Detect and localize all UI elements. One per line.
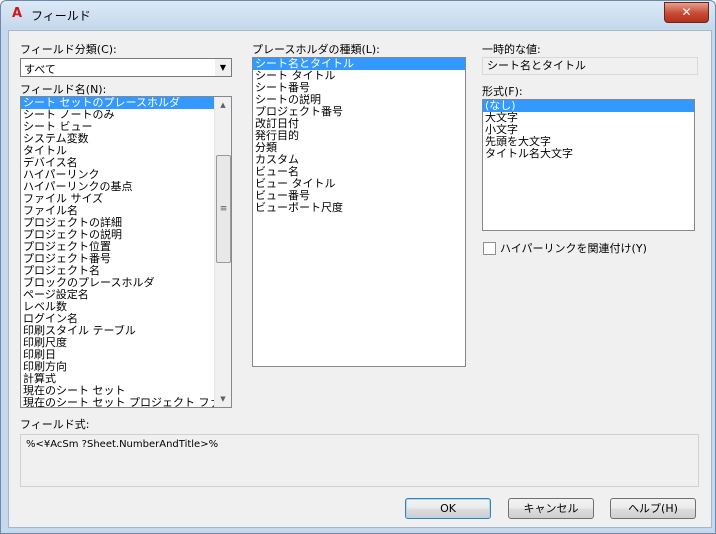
field-expression-box[interactable]: %<¥AcSm ?Sheet.NumberAndTitle>% xyxy=(20,434,699,487)
placeholder-type-item[interactable]: ビュー名 xyxy=(253,166,465,178)
format-items: (なし) 大文字 小文字 先頭を大文字 タイトル名大文字 xyxy=(483,100,694,160)
format-item[interactable]: (なし) xyxy=(483,100,694,112)
field-name-item[interactable]: プロジェクトの説明 xyxy=(21,229,214,241)
chevron-down-icon[interactable]: ▼ xyxy=(215,59,231,76)
field-name-item[interactable]: システム変数 xyxy=(21,133,214,145)
placeholder-type-item[interactable]: ビュー タイトル xyxy=(253,178,465,190)
field-name-item[interactable]: デバイス名 xyxy=(21,157,214,169)
field-name-item[interactable]: シート ノートのみ xyxy=(21,109,214,121)
dialog-body: フィールド分類(C): すべて ▼ フィールド名(N): シート セットのプレー… xyxy=(8,30,712,528)
hyperlink-checkbox-label: ハイパーリンクを関連付け(Y) xyxy=(500,242,647,255)
field-name-item[interactable]: タイトル xyxy=(21,145,214,157)
hyperlink-checkbox-row[interactable]: ハイパーリンクを関連付け(Y) xyxy=(483,240,647,256)
field-name-item[interactable]: 現在のシート セット xyxy=(21,385,214,397)
field-names-label: フィールド名(N): xyxy=(20,83,107,96)
format-list[interactable]: (なし) 大文字 小文字 先頭を大文字 タイトル名大文字 xyxy=(482,99,695,231)
field-name-item[interactable]: 印刷日 xyxy=(21,349,214,361)
field-dialog: A フィールド ✕ フィールド分類(C): すべて ▼ フィールド名(N): シ… xyxy=(0,0,716,534)
field-name-item[interactable]: ファイル サイズ xyxy=(21,193,214,205)
field-name-item[interactable]: 印刷スタイル テーブル xyxy=(21,325,214,337)
field-name-item[interactable]: シート セットのプレースホルダ xyxy=(21,97,214,109)
scroll-down-icon[interactable]: ▼ xyxy=(215,391,231,407)
placeholder-type-item[interactable]: シート名とタイトル xyxy=(253,58,465,70)
field-names-list[interactable]: シート セットのプレースホルダ シート ノートのみ シート ビュー システム変数 タイト… xyxy=(20,96,232,408)
temp-value-label: 一時的な値: xyxy=(482,43,541,56)
scroll-thumb[interactable]: ≡ xyxy=(216,155,231,263)
temp-value-field: シート名とタイトル xyxy=(482,57,698,75)
field-names-items: シート セットのプレースホルダ シート ノートのみ シート ビュー システム変数 タイト… xyxy=(21,97,214,407)
field-name-item[interactable]: レベル数 xyxy=(21,301,214,313)
placeholder-type-label: プレースホルダの種類(L): xyxy=(252,43,380,56)
field-name-item[interactable]: ハイパーリンクの基点 xyxy=(21,181,214,193)
placeholder-type-item[interactable]: プロジェクト番号 xyxy=(253,106,465,118)
field-name-item[interactable]: シート ビュー xyxy=(21,121,214,133)
placeholder-type-item[interactable]: ビュー番号 xyxy=(253,190,465,202)
field-expression-value: %<¥AcSm ?Sheet.NumberAndTitle>% xyxy=(26,439,219,450)
window-title: フィールド xyxy=(31,9,91,23)
format-item[interactable]: タイトル名大文字 xyxy=(483,148,694,160)
format-item[interactable]: 大文字 xyxy=(483,112,694,124)
field-name-item[interactable]: 印刷尺度 xyxy=(21,337,214,349)
hyperlink-checkbox[interactable] xyxy=(483,241,496,255)
field-name-item[interactable]: プロジェクト名 xyxy=(21,265,214,277)
field-name-item[interactable]: プロジェクトの詳細 xyxy=(21,217,214,229)
help-button[interactable]: ヘルプ(H) xyxy=(610,498,696,519)
placeholder-type-item[interactable]: ビューポート尺度 xyxy=(253,202,465,214)
field-name-item[interactable]: ハイパーリンク xyxy=(21,169,214,181)
field-name-item[interactable]: 現在のシート セット プロジェクト ファーブ xyxy=(21,397,214,407)
placeholder-type-list[interactable]: シート名とタイトル シート タイトル シート番号 シートの説明 プロジェクト番号 改訂日付… xyxy=(252,57,466,367)
field-name-item[interactable]: 印刷方向 xyxy=(21,361,214,373)
field-name-item[interactable]: ログイン名 xyxy=(21,313,214,325)
title-bar[interactable]: A フィールド ✕ xyxy=(1,1,715,29)
placeholder-type-item[interactable]: シートの説明 xyxy=(253,94,465,106)
cancel-button[interactable]: キャンセル xyxy=(508,498,594,519)
close-button[interactable]: ✕ xyxy=(664,2,709,23)
placeholder-type-item[interactable]: 改訂日付 xyxy=(253,118,465,130)
field-name-item[interactable]: ファイル名 xyxy=(21,205,214,217)
placeholder-type-item[interactable]: カスタム xyxy=(253,154,465,166)
placeholder-type-item[interactable]: 分類 xyxy=(253,142,465,154)
placeholder-type-item[interactable]: シート タイトル xyxy=(253,70,465,82)
placeholder-type-item[interactable]: 発行目的 xyxy=(253,130,465,142)
autocad-app-icon: A xyxy=(11,6,23,21)
format-item[interactable]: 先頭を大文字 xyxy=(483,136,694,148)
field-name-item[interactable]: 計算式 xyxy=(21,373,214,385)
field-name-item[interactable]: ページ設定名 xyxy=(21,289,214,301)
format-label: 形式(F): xyxy=(482,85,523,98)
field-names-scrollbar[interactable]: ▲ ≡ ▼ xyxy=(214,97,231,407)
field-name-item[interactable]: プロジェクト番号 xyxy=(21,253,214,265)
scroll-up-icon[interactable]: ▲ xyxy=(215,97,231,113)
field-expression-label: フィールド式: xyxy=(20,418,90,431)
placeholder-type-item[interactable]: シート番号 xyxy=(253,82,465,94)
field-category-label: フィールド分類(C): xyxy=(20,43,117,56)
field-name-item[interactable]: プロジェクト位置 xyxy=(21,241,214,253)
field-category-value: すべて xyxy=(24,63,56,76)
field-name-item[interactable]: ブロックのプレースホルダ xyxy=(21,277,214,289)
field-category-dropdown[interactable]: すべて ▼ xyxy=(20,58,232,77)
placeholder-type-items: シート名とタイトル シート タイトル シート番号 シートの説明 プロジェクト番号 改訂日付… xyxy=(253,58,465,214)
ok-button[interactable]: OK xyxy=(405,498,491,519)
format-item[interactable]: 小文字 xyxy=(483,124,694,136)
